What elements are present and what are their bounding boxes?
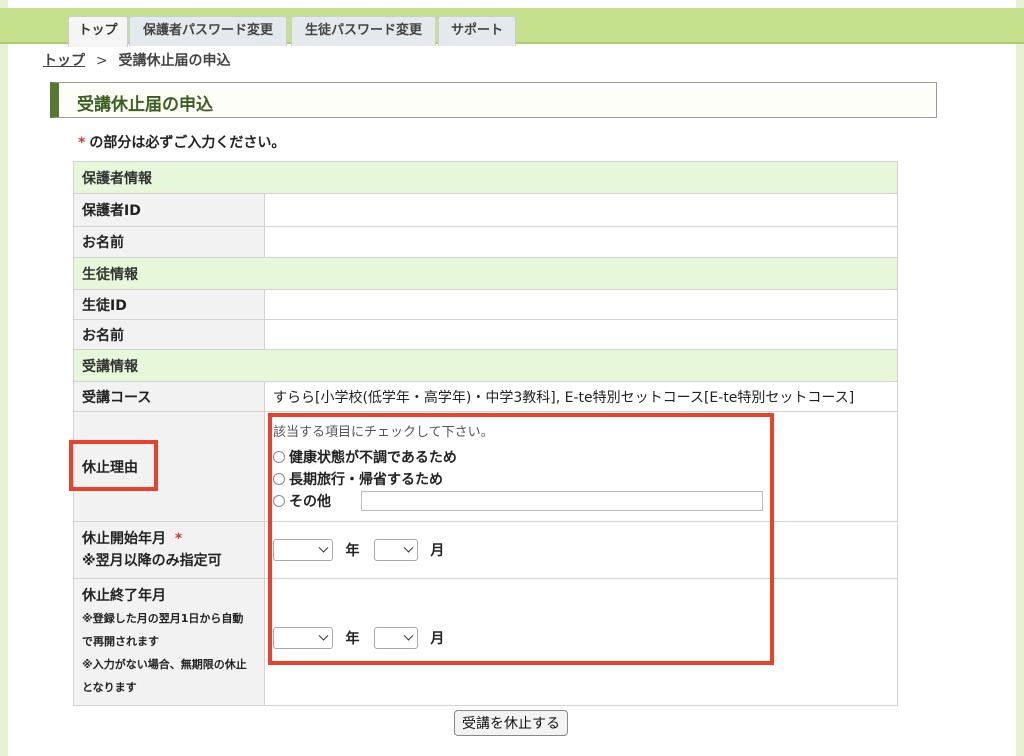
student-id-label: 生徒ID: [73, 289, 265, 320]
application-form-table: 保護者情報 保護者ID お名前 生徒情報 生徒ID お名前 受講情報 受講コース…: [73, 161, 898, 706]
guardian-id-label: 保護者ID: [73, 193, 265, 227]
reason-option-other[interactable]: その他: [273, 490, 897, 512]
start-year-select[interactable]: [273, 539, 333, 561]
reason-instruction: 該当する項目にチェックして下さい。: [273, 425, 494, 440]
table-row: お名前: [73, 319, 898, 350]
student-name-label: お名前: [73, 319, 265, 350]
start-note: ※翌月以降のみ指定可: [82, 553, 222, 569]
tab-guardian-password[interactable]: 保護者パスワード変更: [129, 16, 287, 46]
reason-cell: 該当する項目にチェックして下さい。 健康状態が不調であるため 長期旅行・帰省する…: [264, 411, 898, 522]
start-label-cell: 休止開始年月 * ※翌月以降のみ指定可: [73, 521, 265, 579]
start-year-unit: 年: [345, 543, 360, 559]
required-star: *: [78, 135, 86, 151]
section-row-student: 生徒情報: [73, 257, 898, 290]
guardian-name-value: [264, 226, 898, 258]
chevron-down-icon: [403, 630, 414, 641]
chevron-down-icon: [318, 542, 329, 553]
tab-student-password[interactable]: 生徒パスワード変更: [291, 16, 436, 46]
end-note-3: ※入力がない場合、無期限の休止: [82, 658, 247, 671]
student-id-value: [264, 289, 898, 320]
table-row: お名前: [73, 226, 898, 258]
table-row: 保護者ID: [73, 193, 898, 227]
breadcrumb: トップ > 受講休止届の申込: [43, 50, 230, 70]
breadcrumb-current: 受講休止届の申込: [118, 53, 231, 69]
radio-icon[interactable]: [273, 451, 285, 463]
reason-option-health[interactable]: 健康状態が不調であるため: [273, 446, 897, 468]
course-value: すらら[小学校(低学年・高学年)・中学3教科], E-te特別セットコース[E-…: [264, 381, 898, 412]
start-label: 休止開始年月: [82, 531, 166, 547]
start-required-star: *: [174, 531, 183, 547]
guardian-name-label: お名前: [73, 226, 265, 258]
section-student: 生徒情報: [73, 257, 898, 290]
table-row: 休止終了年月 ※登録した月の翌月1日から自動 で再開されます ※入力がない場合、…: [73, 578, 898, 706]
radio-icon[interactable]: [273, 495, 285, 507]
end-label-cell: 休止終了年月 ※登録した月の翌月1日から自動 で再開されます ※入力がない場合、…: [73, 578, 265, 706]
end-note-2: で再開されます: [82, 635, 159, 648]
required-note: * の部分は必ずご入力ください。: [78, 132, 285, 152]
radio-icon[interactable]: [273, 473, 285, 485]
end-year-select[interactable]: [273, 627, 333, 649]
start-month-select[interactable]: [373, 539, 418, 561]
table-row: 休止開始年月 * ※翌月以降のみ指定可 年 月: [73, 521, 898, 579]
start-month-unit: 月: [430, 543, 445, 559]
reason-other-input[interactable]: [361, 491, 763, 511]
reason-option-health-label: 健康状態が不調であるため: [289, 450, 457, 466]
required-note-text: の部分は必ずご入力ください。: [89, 135, 286, 151]
reason-option-other-label: その他: [289, 494, 331, 510]
guardian-id-value: [264, 193, 898, 227]
chevron-down-icon: [403, 542, 414, 553]
tab-top[interactable]: トップ: [68, 16, 128, 47]
page-heading: 受講休止届の申込: [50, 82, 937, 118]
table-row: 休止理由 該当する項目にチェックして下さい。 健康状態が不調であるため 長期旅行…: [73, 411, 898, 522]
end-month-select[interactable]: [373, 627, 418, 649]
end-month-unit: 月: [430, 631, 445, 647]
end-cell: 年 月: [264, 578, 898, 706]
table-row: 生徒ID: [73, 289, 898, 320]
start-cell: 年 月: [264, 521, 898, 579]
end-label: 休止終了年月: [82, 588, 166, 604]
breadcrumb-separator: >: [95, 53, 108, 69]
section-course: 受講情報: [73, 349, 898, 382]
table-row: 受講コース すらら[小学校(低学年・高学年)・中学3教科], E-te特別セット…: [73, 381, 898, 412]
end-year-unit: 年: [345, 631, 360, 647]
section-guardian: 保護者情報: [73, 161, 898, 194]
student-name-value: [264, 319, 898, 350]
end-note-4: となります: [82, 681, 137, 694]
submit-suspend-button[interactable]: 受講を休止する: [454, 710, 568, 736]
tab-support[interactable]: サポート: [438, 16, 516, 46]
reason-option-travel-label: 長期旅行・帰省するため: [289, 472, 443, 488]
page-title: 受講休止届の申込: [77, 95, 213, 115]
chevron-down-icon: [318, 630, 329, 641]
end-note-1: ※登録した月の翌月1日から自動: [82, 612, 244, 625]
section-row-course: 受講情報: [73, 349, 898, 382]
reason-option-travel[interactable]: 長期旅行・帰省するため: [273, 468, 897, 490]
course-label: 受講コース: [73, 381, 265, 412]
breadcrumb-home-link[interactable]: トップ: [43, 53, 85, 69]
section-row-guardian: 保護者情報: [73, 161, 898, 194]
reason-label: 休止理由: [73, 411, 265, 522]
